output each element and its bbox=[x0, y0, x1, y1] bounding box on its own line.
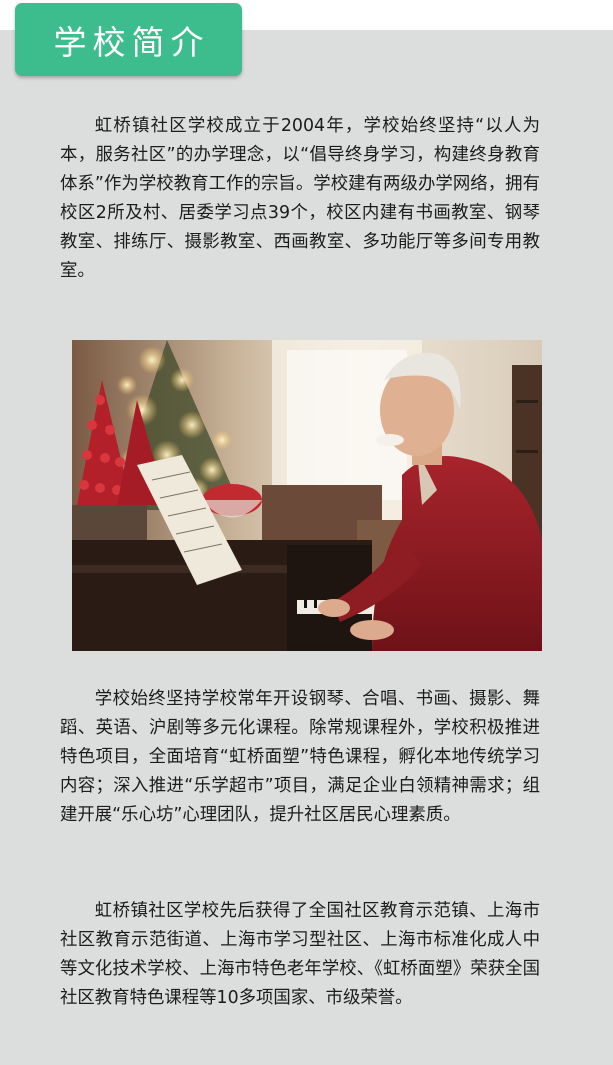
honors-paragraph: 虹桥镇社区学校先后获得了全国社区教育示范镇、上海市社区教育示范街道、上海市学习型… bbox=[60, 901, 540, 1008]
section-title: 学校简介 bbox=[15, 3, 242, 76]
photo-elderly-man-playing-piano bbox=[72, 340, 542, 651]
courses-paragraph: 学校始终坚持学校常年开设钢琴、合唱、书画、摄影、舞蹈、英语、沪剧等多元化课程。除… bbox=[60, 689, 540, 825]
intro-paragraph: 虹桥镇社区学校成立于2004年，学校始终坚持“以人为本，服务社区”的办学理念，以… bbox=[60, 116, 540, 281]
